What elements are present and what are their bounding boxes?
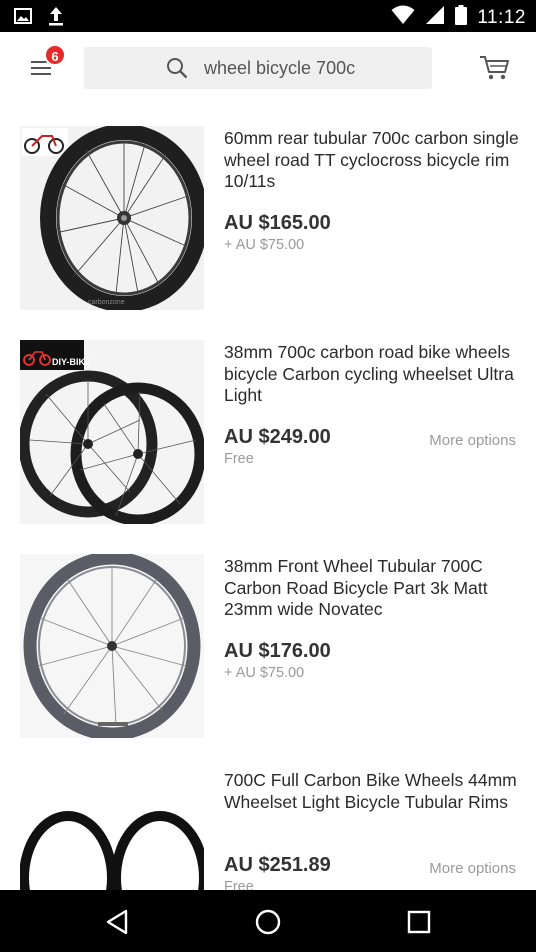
more-options-link[interactable]: More options [429, 432, 516, 449]
more-options-link[interactable]: More options [429, 860, 516, 877]
list-item[interactable]: DIY-BIKE 38mm 700c carbon road bike whee… [0, 318, 536, 532]
image-watermark: carbonzone [88, 299, 125, 306]
upload-icon [48, 6, 64, 31]
image-icon [14, 8, 32, 29]
search-query[interactable]: wheel bicycle 700c [204, 47, 355, 89]
home-button[interactable] [252, 906, 284, 938]
product-image[interactable]: carbonzone [20, 126, 204, 310]
product-image[interactable] [20, 554, 204, 738]
shipping-cost: Free [224, 451, 254, 467]
clock: 11:12 [477, 6, 526, 28]
wifi-icon [391, 5, 415, 30]
list-item[interactable]: 38mm Front Wheel Tubular 700C Carbon Roa… [0, 532, 536, 746]
shipping-cost: + AU $75.00 [224, 237, 305, 253]
battery-icon [455, 5, 468, 30]
shipping-cost: Free [224, 879, 254, 890]
cart-icon [478, 56, 512, 86]
product-title[interactable]: 60mm rear tubular 700c carbon single whe… [224, 128, 520, 193]
product-title[interactable]: 700C Full Carbon Bike Wheels 44mm Wheels… [224, 770, 520, 813]
shipping-cost: + AU $75.00 [224, 665, 305, 681]
back-button[interactable] [102, 906, 134, 938]
search-icon [166, 57, 188, 84]
hamburger-menu-icon [28, 61, 58, 86]
product-image[interactable] [20, 768, 204, 890]
brand-logo: DIY-BIKE [20, 340, 91, 370]
product-price: AU $176.00 [224, 640, 331, 662]
product-image[interactable]: DIY-BIKE [20, 340, 204, 524]
list-item[interactable]: carbonzone 60mm rear tubular 700c carbon… [0, 104, 536, 318]
product-price: AU $251.89 [224, 854, 331, 876]
top-app-bar: 6 wheel bicycle 700c [0, 32, 536, 104]
brand-logo [22, 128, 68, 156]
logo-text: DIY-BIKE [52, 357, 91, 367]
back-triangle-icon [102, 909, 134, 942]
product-title[interactable]: 38mm Front Wheel Tubular 700C Carbon Roa… [224, 556, 520, 621]
system-nav-bar [0, 890, 536, 952]
cart-button[interactable] [478, 52, 512, 82]
search-bar[interactable]: wheel bicycle 700c [84, 47, 432, 89]
cell-signal-icon [425, 5, 445, 30]
product-title[interactable]: 38mm 700c carbon road bike wheels bicycl… [224, 342, 520, 407]
status-bar: 11:12 [0, 0, 536, 32]
product-price: AU $165.00 [224, 212, 331, 234]
recents-square-icon [403, 910, 435, 942]
recents-button[interactable] [403, 906, 435, 938]
home-circle-icon [252, 909, 284, 942]
notification-badge: 6 [44, 44, 66, 66]
search-results-list[interactable]: carbonzone 60mm rear tubular 700c carbon… [0, 104, 536, 890]
product-price: AU $249.00 [224, 426, 331, 448]
list-item[interactable]: 700C Full Carbon Bike Wheels 44mm Wheels… [0, 746, 536, 890]
